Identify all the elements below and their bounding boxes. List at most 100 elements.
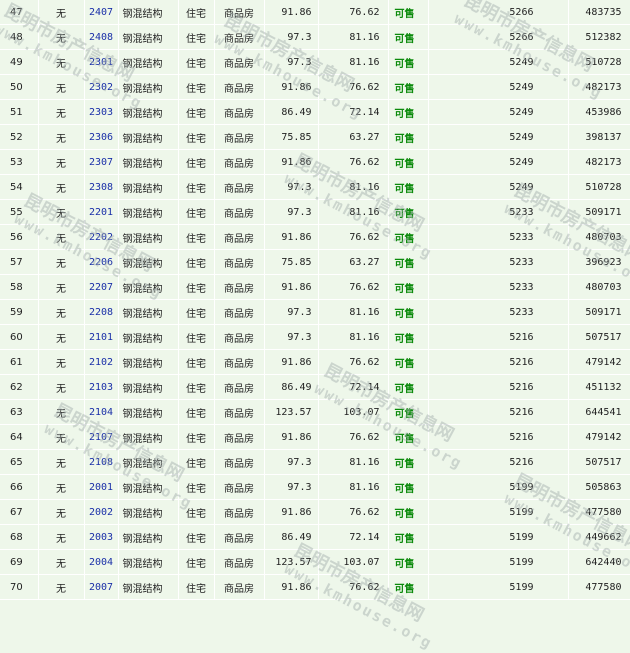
table-row: 63 无 2104 钢混结构 住宅 商品房 123.57 103.07 可售 5216 644541 (0, 399, 630, 425)
usage-type: 住宅 (178, 224, 215, 250)
room-number-link[interactable]: 2306 (84, 124, 119, 150)
usage-type: 住宅 (178, 399, 215, 425)
property-type: 商品房 (214, 49, 265, 75)
property-type: 商品房 (214, 449, 265, 475)
sale-status: 可售 (388, 424, 429, 450)
row-number: 68 (0, 524, 39, 550)
usage-type: 住宅 (178, 449, 215, 475)
usage-type: 住宅 (178, 549, 215, 575)
building-area: 91.86 (264, 499, 319, 525)
row-number: 59 (0, 299, 39, 325)
building-area: 91.86 (264, 224, 319, 250)
room-number-link[interactable]: 2101 (84, 324, 119, 350)
room-number-link[interactable]: 2102 (84, 349, 119, 375)
total-price: 509171 (568, 299, 630, 325)
usage-type: 住宅 (178, 99, 215, 125)
building-area: 75.85 (264, 124, 319, 150)
room-number-link[interactable]: 2104 (84, 399, 119, 425)
property-type: 商品房 (214, 224, 265, 250)
table-row: 53 无 2307 钢混结构 住宅 商品房 91.86 76.62 可售 5249 482173 (0, 149, 630, 175)
inner-area: 81.16 (318, 324, 389, 350)
sale-status: 可售 (388, 74, 429, 100)
mortgage-status: 无 (38, 449, 85, 475)
mortgage-status: 无 (38, 124, 85, 150)
room-number-link[interactable]: 2407 (84, 0, 119, 25)
structure-type: 钢混结构 (118, 274, 179, 300)
inner-area: 76.62 (318, 149, 389, 175)
total-price: 483735 (568, 0, 630, 25)
table-row: 65 无 2108 钢混结构 住宅 商品房 97.3 81.16 可售 5216 507517 (0, 449, 630, 475)
sale-status: 可售 (388, 299, 429, 325)
mortgage-status: 无 (38, 574, 85, 600)
row-number: 63 (0, 399, 39, 425)
room-number-link[interactable]: 2208 (84, 299, 119, 325)
usage-type: 住宅 (178, 24, 215, 50)
sale-status: 可售 (388, 99, 429, 125)
room-number-link[interactable]: 2201 (84, 199, 119, 225)
inner-area: 76.62 (318, 274, 389, 300)
structure-type: 钢混结构 (118, 174, 179, 200)
room-number-link[interactable]: 2004 (84, 549, 119, 575)
room-number-link[interactable]: 2007 (84, 574, 119, 600)
mortgage-status: 无 (38, 299, 85, 325)
building-area: 75.85 (264, 249, 319, 275)
room-number-link[interactable]: 2207 (84, 274, 119, 300)
room-number-link[interactable]: 2307 (84, 149, 119, 175)
room-number-link[interactable]: 2308 (84, 174, 119, 200)
property-type: 商品房 (214, 524, 265, 550)
property-type: 商品房 (214, 474, 265, 500)
inner-area: 103.07 (318, 549, 389, 575)
usage-type: 住宅 (178, 299, 215, 325)
table-row: 60 无 2101 钢混结构 住宅 商品房 97.3 81.16 可售 5216 507517 (0, 324, 630, 350)
room-number-link[interactable]: 2103 (84, 374, 119, 400)
usage-type: 住宅 (178, 249, 215, 275)
room-number-link[interactable]: 2301 (84, 49, 119, 75)
sale-status: 可售 (388, 249, 429, 275)
usage-type: 住宅 (178, 49, 215, 75)
room-number-link[interactable]: 2002 (84, 499, 119, 525)
room-number-link[interactable]: 2302 (84, 74, 119, 100)
usage-type: 住宅 (178, 149, 215, 175)
room-number-link[interactable]: 2206 (84, 249, 119, 275)
inner-area: 63.27 (318, 249, 389, 275)
row-number: 52 (0, 124, 39, 150)
structure-type: 钢混结构 (118, 549, 179, 575)
inner-area: 72.14 (318, 524, 389, 550)
usage-type: 住宅 (178, 499, 215, 525)
building-area: 97.3 (264, 324, 319, 350)
sale-status: 可售 (388, 499, 429, 525)
mortgage-status: 无 (38, 174, 85, 200)
structure-type: 钢混结构 (118, 224, 179, 250)
unit-price: 5249 (428, 174, 569, 200)
building-area: 97.3 (264, 449, 319, 475)
row-number: 62 (0, 374, 39, 400)
mortgage-status: 无 (38, 424, 85, 450)
room-number-link[interactable]: 2003 (84, 524, 119, 550)
inner-area: 72.14 (318, 99, 389, 125)
room-number-link[interactable]: 2408 (84, 24, 119, 50)
room-number-link[interactable]: 2107 (84, 424, 119, 450)
room-number-link[interactable]: 2303 (84, 99, 119, 125)
structure-type: 钢混结构 (118, 199, 179, 225)
property-type: 商品房 (214, 0, 265, 25)
unit-price: 5216 (428, 374, 569, 400)
unit-price: 5216 (428, 399, 569, 425)
structure-type: 钢混结构 (118, 349, 179, 375)
structure-type: 钢混结构 (118, 249, 179, 275)
building-area: 86.49 (264, 99, 319, 125)
row-number: 57 (0, 249, 39, 275)
total-price: 451132 (568, 374, 630, 400)
structure-type: 钢混结构 (118, 474, 179, 500)
inner-area: 63.27 (318, 124, 389, 150)
room-number-link[interactable]: 2108 (84, 449, 119, 475)
total-price: 477580 (568, 499, 630, 525)
building-area: 97.3 (264, 299, 319, 325)
property-type: 商品房 (214, 374, 265, 400)
property-type: 商品房 (214, 74, 265, 100)
room-number-link[interactable]: 2001 (84, 474, 119, 500)
structure-type: 钢混结构 (118, 424, 179, 450)
mortgage-status: 无 (38, 324, 85, 350)
table-row: 52 无 2306 钢混结构 住宅 商品房 75.85 63.27 可售 5249 398137 (0, 124, 630, 150)
room-number-link[interactable]: 2202 (84, 224, 119, 250)
building-area: 91.86 (264, 424, 319, 450)
